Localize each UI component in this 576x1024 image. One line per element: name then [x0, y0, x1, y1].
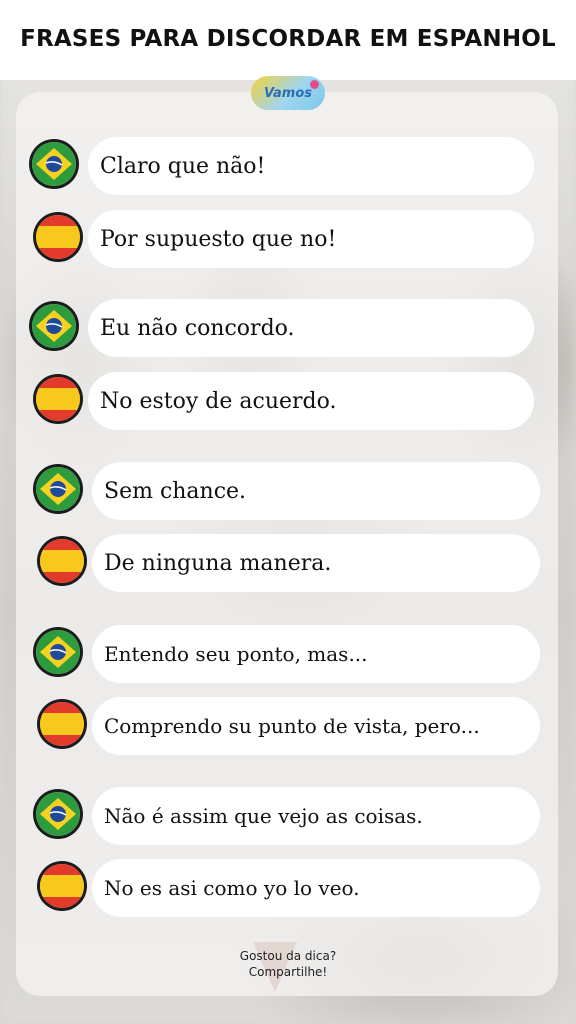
phrase-text: No estoy de acuerdo. [100, 388, 337, 414]
spain-flag-icon [40, 864, 84, 908]
phrase-text: De ninguna manera. [104, 550, 332, 576]
brazil-flag-icon [32, 142, 76, 186]
spain-flag-icon [36, 215, 80, 259]
phrase-pill: Claro que não! [88, 137, 534, 195]
phrase-text: Entendo seu ponto, mas... [104, 642, 368, 666]
share-call-to-action: Gostou da dica? Compartilhe! [0, 948, 576, 980]
phrase-text: Não é assim que vejo as coisas. [104, 804, 423, 828]
share-line-1: Gostou da dica? [239, 949, 337, 963]
phrase-pill: Sem chance. [92, 462, 540, 520]
phrase-text: Sem chance. [104, 478, 247, 504]
phrase-text: Eu não concordo. [100, 315, 295, 341]
phrase-pill: Por supuesto que no! [88, 210, 534, 268]
phrase-text: Comprendo su punto de vista, pero... [104, 714, 480, 738]
phrase-pill: Entendo seu ponto, mas... [92, 625, 540, 683]
share-line-2: Compartilhe! [248, 965, 328, 979]
phrase-pill: De ninguna manera. [92, 534, 540, 592]
brazil-flag-icon [32, 304, 76, 348]
phrase-text: No es asi como yo lo veo. [104, 876, 360, 900]
brazil-flag-icon [36, 630, 80, 674]
spain-flag-icon [40, 539, 84, 583]
phrase-text: Claro que não! [100, 153, 266, 179]
brazil-flag-icon [36, 792, 80, 836]
phrase-pill: Não é assim que vejo as coisas. [92, 787, 540, 845]
phrase-pill: Eu não concordo. [88, 299, 534, 357]
spain-flag-icon [36, 377, 80, 421]
brand-logo: Vamos [251, 76, 325, 110]
logo-text: Vamos [263, 85, 313, 101]
phrase-pill: No estoy de acuerdo. [88, 372, 534, 430]
logo-dot-icon [310, 80, 319, 89]
phrase-text: Por supuesto que no! [100, 226, 337, 252]
phrase-pill: No es asi como yo lo veo. [92, 859, 540, 917]
page-title: FRASES PARA DISCORDAR EM ESPANHOL [20, 26, 556, 52]
brazil-flag-icon [36, 467, 80, 511]
spain-flag-icon [40, 702, 84, 746]
phrase-pill: Comprendo su punto de vista, pero... [92, 697, 540, 755]
title-bar: FRASES PARA DISCORDAR EM ESPANHOL [0, 0, 576, 80]
